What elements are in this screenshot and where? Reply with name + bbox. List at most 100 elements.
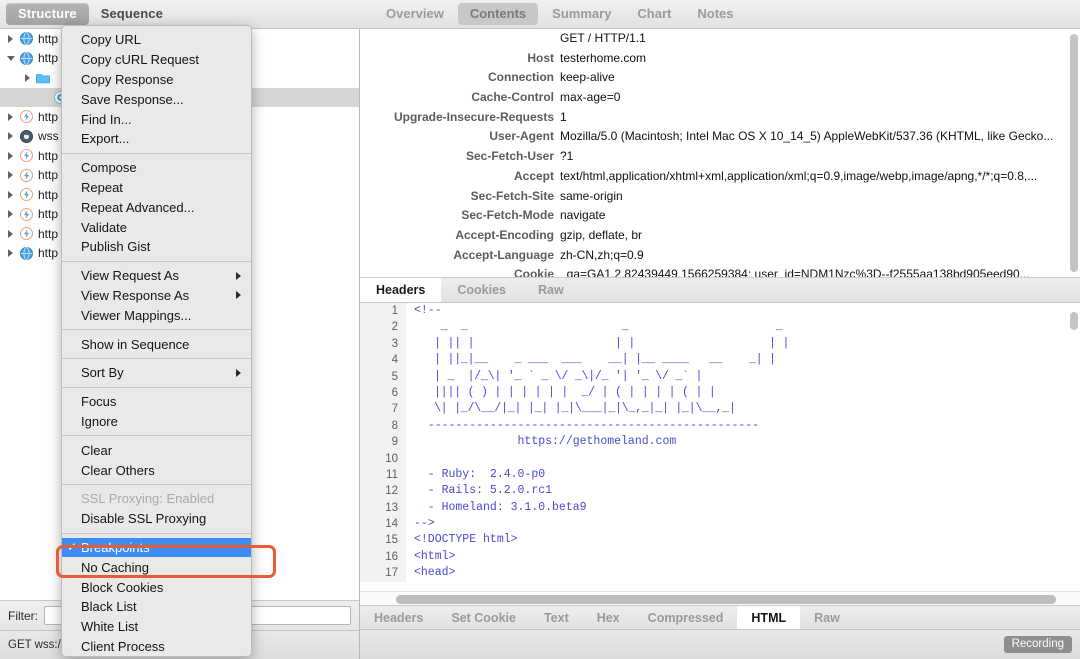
body-horizontal-scrollbar[interactable] xyxy=(360,591,1080,605)
line-number: 9 xyxy=(360,434,406,451)
context-menu[interactable]: Copy URL Copy cURL Request Copy Response… xyxy=(61,25,252,658)
menu-item-block-cookies[interactable]: Block Cookies xyxy=(62,577,251,597)
line-text: |||| ( ) | | | | | | _/ | ( | | | | ( | … xyxy=(414,385,716,399)
menu-item-clear-others[interactable]: Clear Others xyxy=(62,460,251,480)
viewer-tab-html[interactable]: HTML xyxy=(737,606,801,629)
menu-separator xyxy=(62,386,251,388)
viewer-tab-hex[interactable]: Hex xyxy=(583,606,634,629)
menu-item-disable-ssl-proxying[interactable]: Disable SSL Proxying xyxy=(62,509,251,529)
header-row: Accept-Language zh-CN,zh;q=0.9 xyxy=(360,246,1080,266)
line-number: 2 xyxy=(360,319,406,336)
menu-item-compose[interactable]: Compose xyxy=(62,158,251,178)
line-number: 4 xyxy=(360,352,406,369)
chevron-right-icon[interactable] xyxy=(21,73,34,82)
chevron-right-icon[interactable] xyxy=(4,132,17,141)
charles-proxy-window: Structure Sequence http http http wss ht… xyxy=(0,0,1080,659)
subtab-cookies[interactable]: Cookies xyxy=(441,278,522,302)
menu-item-label: Sort By xyxy=(81,365,124,381)
code-line: 6 |||| ( ) | | | | | | _/ | ( | | | | ( … xyxy=(360,384,1080,402)
menu-item-validate[interactable]: Validate xyxy=(62,217,251,237)
right-pane: Overview Contents Summary Chart Notes GE… xyxy=(360,0,1080,659)
submenu-arrow-icon xyxy=(236,291,241,300)
code-line: 1 <!-- xyxy=(360,303,1080,320)
tab-sequence[interactable]: Sequence xyxy=(89,3,175,25)
recording-status-badge[interactable]: Recording xyxy=(1003,636,1072,653)
chevron-right-icon[interactable] xyxy=(4,229,17,238)
menu-item-show-in-sequence[interactable]: Show in Sequence xyxy=(62,334,251,354)
header-row: Accept text/html,application/xhtml+xml,a… xyxy=(360,167,1080,187)
menu-item-view-response-as[interactable]: View Response As xyxy=(62,286,251,306)
header-row: Accept-Encoding gzip, deflate, br xyxy=(360,226,1080,246)
menu-item-focus[interactable]: Focus xyxy=(62,392,251,412)
menu-item-no-caching[interactable]: No Caching xyxy=(62,557,251,577)
menu-separator xyxy=(62,483,251,485)
menu-item-viewer-mappings[interactable]: Viewer Mappings... xyxy=(62,305,251,325)
tab-chart[interactable]: Chart xyxy=(625,3,683,25)
response-body-code-view[interactable]: 1 <!-- 2 _ _ _ _ 3 | || | | | | | 4 | ||_… xyxy=(360,303,1080,591)
globe-icon xyxy=(17,51,35,65)
header-name: Cache-Control xyxy=(471,90,554,105)
menu-item-repeat[interactable]: Repeat xyxy=(62,178,251,198)
menu-item-copy-response[interactable]: Copy Response xyxy=(62,70,251,90)
menu-item-save-response[interactable]: Save Response... xyxy=(62,89,251,109)
body-vertical-scrollbar[interactable] xyxy=(1070,312,1078,330)
right-status-bar: Recording xyxy=(360,630,1080,659)
menu-item-find-in[interactable]: Find In... xyxy=(62,109,251,129)
header-row: Host testerhome.com xyxy=(360,49,1080,69)
menu-item-white-list[interactable]: White List xyxy=(62,617,251,637)
subtab-headers[interactable]: Headers xyxy=(360,278,442,302)
viewer-tab-compressed[interactable]: Compressed xyxy=(634,606,738,629)
tab-overview[interactable]: Overview xyxy=(374,3,456,25)
chevron-right-icon[interactable] xyxy=(4,151,17,160)
chevron-right-icon[interactable] xyxy=(4,249,17,258)
menu-item-black-list[interactable]: Black List xyxy=(62,597,251,617)
menu-item-label: View Request As xyxy=(81,268,180,284)
subtab-raw[interactable]: Raw xyxy=(522,278,580,302)
chevron-down-icon[interactable] xyxy=(4,55,17,61)
header-name: User-Agent xyxy=(489,129,554,144)
menu-item-breakpoints[interactable]: ✓ Breakpoints xyxy=(62,537,251,558)
chevron-right-icon[interactable] xyxy=(4,34,17,43)
headers-vertical-scrollbar[interactable] xyxy=(1070,34,1078,272)
menu-item-copy-curl-request[interactable]: Copy cURL Request xyxy=(62,50,251,70)
tab-structure[interactable]: Structure xyxy=(6,3,89,25)
header-row: Upgrade-Insecure-Requests 1 xyxy=(360,108,1080,128)
chevron-right-icon[interactable] xyxy=(4,190,17,199)
viewer-tab-raw[interactable]: Raw xyxy=(800,606,854,629)
line-text: --> xyxy=(414,517,435,531)
chevron-right-icon[interactable] xyxy=(4,210,17,219)
menu-item-copy-url[interactable]: Copy URL xyxy=(62,30,251,50)
header-value: zh-CN,zh;q=0.9 xyxy=(560,247,644,262)
scrollbar-thumb[interactable] xyxy=(396,595,1056,604)
menu-item-publish-gist[interactable]: Publish Gist xyxy=(62,237,251,257)
menu-item-clear[interactable]: Clear xyxy=(62,440,251,460)
code-line: 9 https://gethomeland.com xyxy=(360,434,1080,451)
code-line: 2 _ _ _ _ xyxy=(360,319,1080,336)
menu-item-repeat-advanced[interactable]: Repeat Advanced... xyxy=(62,197,251,217)
tab-summary[interactable]: Summary xyxy=(540,3,623,25)
viewer-tab-headers[interactable]: Headers xyxy=(360,606,437,629)
menu-item-export[interactable]: Export... xyxy=(62,129,251,149)
code-line: 4 | ||_|__ _ ___ ___ __| |__ ____ __ _| … xyxy=(360,352,1080,369)
tab-notes[interactable]: Notes xyxy=(685,3,745,25)
header-name: Accept xyxy=(513,168,554,183)
folder-icon xyxy=(34,72,52,84)
request-headers-panel[interactable]: GET / HTTP/1.1 Host testerhome.com Conne… xyxy=(360,29,1080,278)
menu-item-view-request-as[interactable]: View Request As xyxy=(62,266,251,286)
bolt-icon xyxy=(17,110,35,124)
viewer-tab-set-cookie[interactable]: Set Cookie xyxy=(437,606,530,629)
chevron-right-icon[interactable] xyxy=(4,171,17,180)
line-number: 13 xyxy=(360,499,406,517)
viewer-tab-text[interactable]: Text xyxy=(530,606,583,629)
menu-item-ignore[interactable]: Ignore xyxy=(62,412,251,432)
line-text: - Ruby: 2.4.0-p0 xyxy=(414,467,546,481)
tab-contents[interactable]: Contents xyxy=(457,3,539,25)
line-text: \| |_/\__/|_| |_| |_|\___|_|\_,_|_| |_|\… xyxy=(414,402,736,416)
header-value: navigate xyxy=(560,208,606,223)
line-text: <html> xyxy=(414,549,456,563)
menu-item-sort-by[interactable]: Sort By xyxy=(62,363,251,383)
menu-item-client-process[interactable]: Client Process xyxy=(62,637,251,657)
chevron-right-icon[interactable] xyxy=(4,112,17,121)
code-line: 10 xyxy=(360,450,1080,467)
status-request-text: GET wss:/ xyxy=(8,639,61,651)
